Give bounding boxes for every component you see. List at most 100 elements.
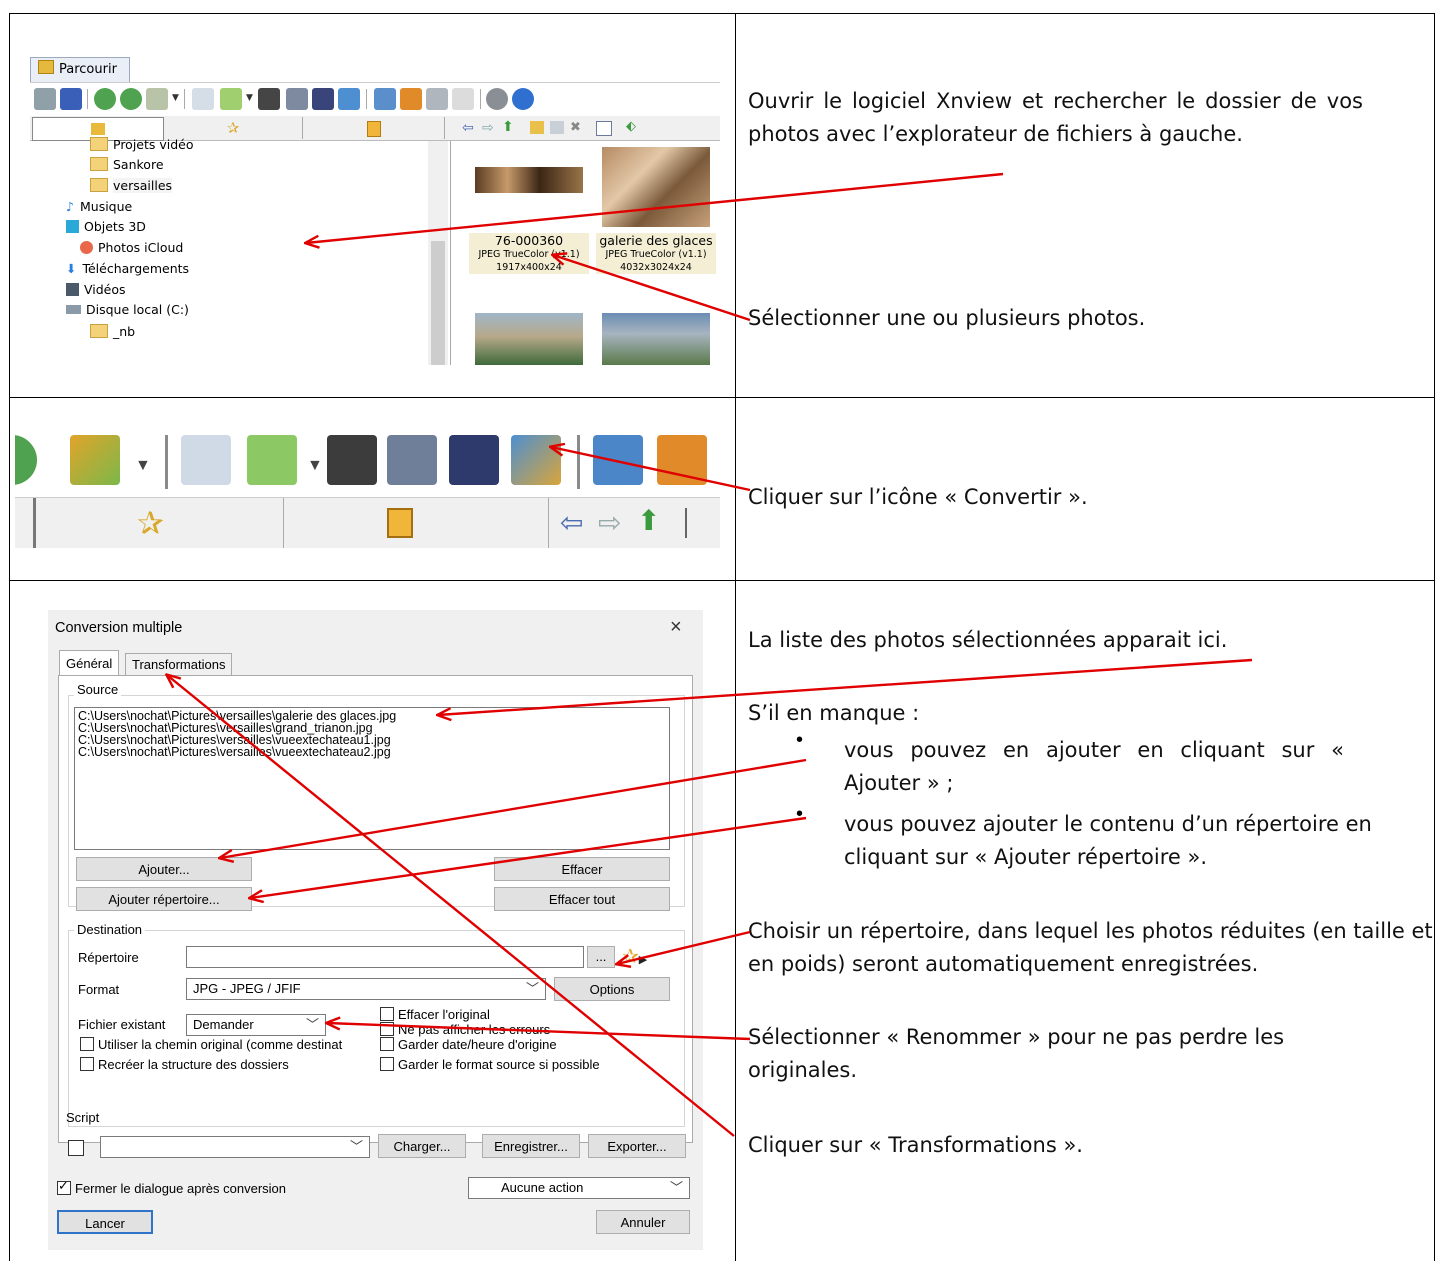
close-after-conversion-checkbox[interactable]: Fermer le dialogue après conversion	[57, 1178, 286, 1197]
tree-item-musique[interactable]: ♪ Musique	[66, 197, 132, 217]
hide-errors-checkbox[interactable]: Ne pas afficher les erreurs	[380, 1022, 550, 1038]
checkbox[interactable]	[380, 1007, 394, 1021]
capture-icon[interactable]	[374, 88, 396, 110]
printer-icon[interactable]	[286, 88, 308, 110]
new-folder-icon[interactable]	[530, 121, 544, 134]
add-directory-button[interactable]: Ajouter répertoire...	[76, 887, 252, 911]
batch-icon[interactable]	[70, 435, 120, 485]
slideshow-icon[interactable]	[657, 435, 707, 485]
thumbnail-galerie-des-glaces[interactable]: galerie des glaces JPEG TrueColor (v1.1)…	[596, 147, 716, 274]
open-with-icon[interactable]	[220, 88, 242, 110]
export-button[interactable]: Exporter...	[588, 1134, 686, 1158]
hide-preview-icon[interactable]	[34, 88, 56, 110]
after-action-select[interactable]: Aucune action ﹀	[468, 1177, 690, 1199]
convert-icon[interactable]	[511, 435, 561, 485]
binoculars-icon[interactable]	[327, 435, 377, 485]
checkbox[interactable]	[380, 1037, 394, 1051]
browse-button[interactable]: ...	[587, 946, 615, 968]
thumbnail-grand-trianon[interactable]	[475, 313, 583, 365]
rotate-left-icon[interactable]	[94, 88, 116, 110]
tree-item-projets-video[interactable]: Projets vidéo	[90, 135, 194, 155]
checkbox[interactable]	[380, 1022, 394, 1036]
binoculars-icon[interactable]	[258, 88, 280, 110]
add-button[interactable]: Ajouter...	[76, 857, 252, 881]
batch-icon[interactable]	[146, 88, 168, 110]
delete-icon[interactable]: ✖	[570, 120, 581, 135]
nav-back-icon[interactable]: ⇦	[560, 506, 583, 539]
list-item[interactable]: C:\Users\nochat\Pictures\versailles\vuee…	[78, 746, 666, 759]
bookmark-icon[interactable]	[387, 508, 413, 538]
script-select[interactable]: ﹀	[100, 1136, 370, 1158]
nav-forward-icon[interactable]: ⇨	[598, 506, 621, 539]
nav-up-icon[interactable]: ⬆	[637, 504, 660, 537]
printer-icon[interactable]	[387, 435, 437, 485]
directory-input[interactable]	[186, 946, 584, 968]
slideshow-icon[interactable]	[400, 88, 422, 110]
options-button[interactable]: Options	[554, 977, 670, 1001]
run-button[interactable]: Lancer	[57, 1210, 153, 1234]
tree-item-objets-3d[interactable]: Objets 3D	[66, 217, 146, 237]
sort-icon[interactable]: ⬖	[626, 119, 636, 134]
nav-forward-icon[interactable]: ⇨	[482, 120, 494, 136]
view-mode-icon[interactable]	[596, 121, 612, 136]
existing-file-select[interactable]: Demander ﹀	[186, 1014, 326, 1036]
tree-item-versailles[interactable]: versailles	[90, 176, 173, 196]
recreate-structure-checkbox[interactable]: Recréer la structure des dossiers	[80, 1057, 289, 1073]
checkbox[interactable]	[80, 1037, 94, 1051]
tree-item-sankore[interactable]: Sankore	[90, 155, 164, 175]
convert-icon[interactable]	[338, 88, 360, 110]
scanner-icon[interactable]	[449, 435, 499, 485]
thumbnail-chateau[interactable]	[602, 313, 710, 365]
rotate-right-icon[interactable]	[120, 88, 142, 110]
dropdown-arrow-icon[interactable]: ▼	[135, 457, 151, 475]
nav-up-icon[interactable]: ⬆	[502, 119, 514, 135]
checkbox[interactable]	[380, 1057, 394, 1071]
open-with-icon[interactable]	[247, 435, 297, 485]
contact-sheet-icon[interactable]	[452, 88, 474, 110]
capture-icon[interactable]	[593, 435, 643, 485]
dropdown-arrow-icon[interactable]: ▼	[172, 93, 179, 103]
properties-icon[interactable]	[181, 435, 231, 485]
checkbox[interactable]	[80, 1057, 94, 1071]
checkbox[interactable]	[57, 1178, 71, 1195]
rotate-right-icon[interactable]	[15, 435, 37, 485]
nav-back-icon[interactable]: ⇦	[462, 120, 474, 136]
delete-original-checkbox[interactable]: Effacer l'original	[380, 1007, 490, 1023]
save-button[interactable]: Enregistrer...	[482, 1134, 580, 1158]
scrollbar-thumb[interactable]	[431, 241, 445, 365]
info-icon[interactable]	[512, 88, 534, 110]
tree-item-telechargements[interactable]: ⬇ Téléchargements	[66, 259, 189, 279]
load-button[interactable]: Charger...	[378, 1134, 466, 1158]
dropdown-arrow-icon[interactable]: ▼	[307, 457, 323, 475]
clear-button[interactable]: Effacer	[494, 857, 670, 881]
tab-categories[interactable]	[304, 117, 445, 139]
settings-gear-icon[interactable]	[486, 88, 508, 110]
keep-date-checkbox[interactable]: Garder date/heure d'origine	[380, 1037, 557, 1053]
close-icon[interactable]: ×	[670, 616, 682, 639]
rename-icon[interactable]	[550, 121, 564, 134]
tree-item-photos-icloud[interactable]: Photos iCloud	[80, 238, 183, 258]
format-select[interactable]: JPG - JPEG / JFIF ﹀	[186, 978, 546, 1000]
file-list[interactable]: C:\Users\nochat\Pictures\versailles\gale…	[74, 707, 670, 850]
use-original-path-checkbox[interactable]: Utiliser la chemin original (comme desti…	[80, 1037, 342, 1053]
keep-format-checkbox[interactable]: Garder le format source si possible	[380, 1057, 600, 1073]
star-icon[interactable]: ✰	[137, 504, 164, 542]
fullscreen-icon[interactable]	[60, 88, 82, 110]
tab-general[interactable]: Général	[59, 650, 120, 677]
cancel-button[interactable]: Annuler	[596, 1210, 690, 1234]
clear-all-button[interactable]: Effacer tout	[494, 887, 670, 911]
web-page-icon[interactable]	[426, 88, 448, 110]
dropdown-arrow-icon[interactable]: ▼	[246, 93, 253, 103]
script-checkbox[interactable]	[68, 1140, 84, 1156]
tab-transformations[interactable]: Transformations	[125, 653, 233, 676]
tree-item-videos[interactable]: Vidéos	[66, 280, 126, 300]
tree-scrollbar[interactable]	[428, 141, 448, 365]
scanner-icon[interactable]	[312, 88, 334, 110]
tab-parcourir[interactable]: Parcourir	[30, 57, 130, 82]
properties-icon[interactable]	[192, 88, 214, 110]
favorite-star-icon[interactable]: ✰▶	[622, 944, 647, 969]
thumbnail-76-000360[interactable]: 76-000360 JPEG TrueColor (v1.1) 1917x400…	[469, 147, 589, 274]
tab-divider	[283, 498, 284, 548]
tree-item-disque-local[interactable]: Disque local (C:)	[66, 300, 189, 320]
tree-item-nb[interactable]: _nb	[90, 322, 135, 342]
